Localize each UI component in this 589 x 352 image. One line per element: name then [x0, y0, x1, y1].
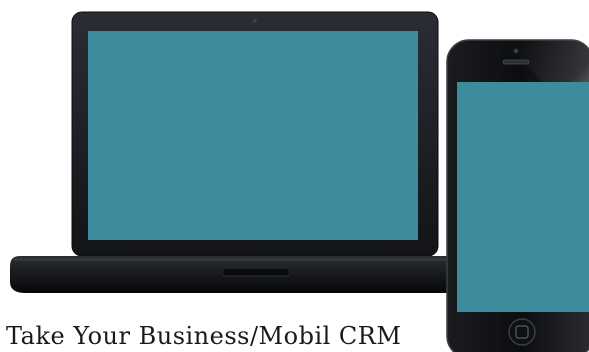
laptop-trackpad [221, 267, 291, 277]
laptop-camera-icon [252, 18, 258, 24]
device-mockup-stage: Take Your Business/Mobil CRM [0, 0, 589, 352]
caption-text: Take Your Business/Mobil CRM [6, 322, 402, 350]
laptop-screen [88, 31, 418, 240]
phone-home-button-icon [508, 318, 536, 346]
device-mockup-illustration [10, 11, 589, 352]
phone-speaker-icon [502, 59, 530, 65]
laptop [10, 11, 490, 293]
phone-screen [457, 82, 589, 312]
phone [446, 39, 589, 352]
phone-camera-icon [513, 48, 519, 54]
